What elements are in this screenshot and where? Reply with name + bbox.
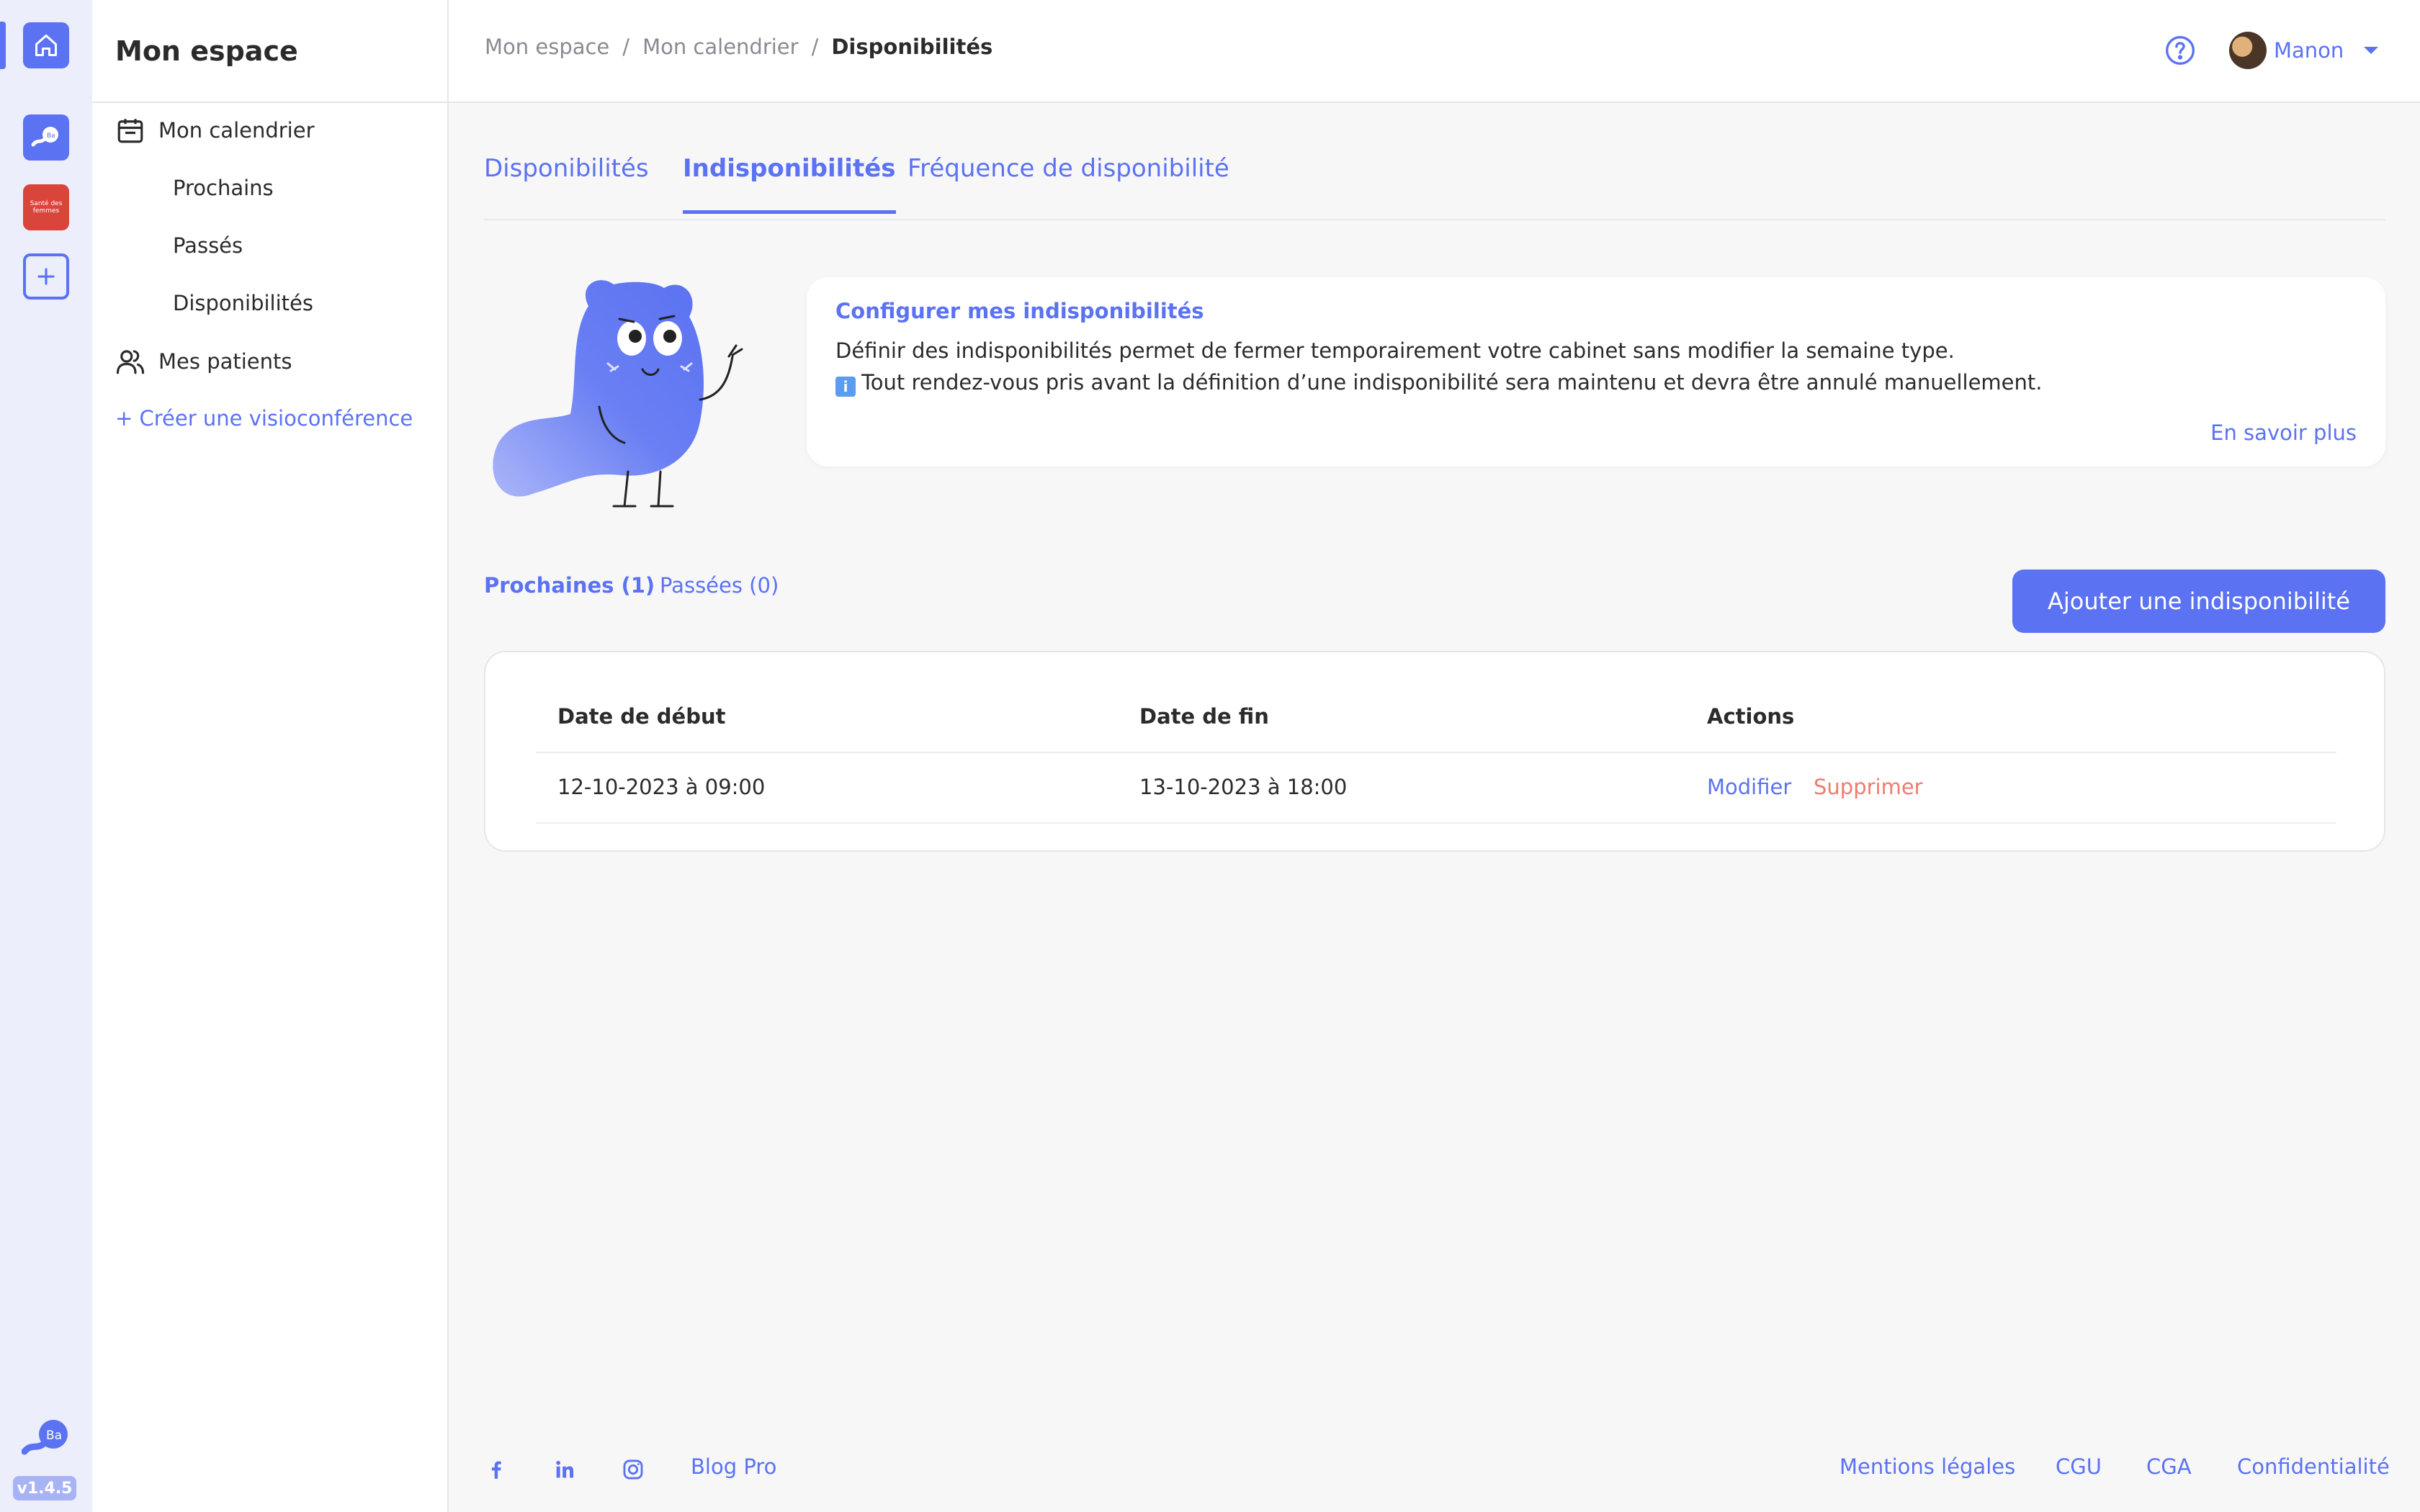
sidebar-item-passes[interactable]: Passés xyxy=(173,233,243,258)
app-sante-femmes-button[interactable]: Santé des femmes xyxy=(23,184,69,230)
cell-start-date: 12-10-2023 à 09:00 xyxy=(557,775,766,799)
add-app-button[interactable] xyxy=(23,253,69,300)
sidebar: Mon espace Mon calendrier Prochains Pass… xyxy=(92,0,449,1512)
row-divider xyxy=(536,822,2336,824)
breadcrumb: Mon espace / Mon calendrier / Disponibil… xyxy=(485,35,992,59)
legal-link[interactable]: Mentions légales xyxy=(1839,1454,2015,1479)
blog-link[interactable]: Blog Pro xyxy=(691,1454,776,1479)
info-note: Tout rendez-vous pris avant la définitio… xyxy=(861,370,2043,395)
app-bloom-button[interactable]: Ba xyxy=(23,114,69,161)
breadcrumb-item[interactable]: Mon espace xyxy=(485,35,609,59)
app-sante-femmes-label: Santé des femmes xyxy=(30,200,63,215)
calendar-icon xyxy=(117,119,143,143)
home-button[interactable] xyxy=(23,22,69,68)
sidebar-item-patients[interactable]: Mes patients xyxy=(115,346,292,377)
subtab-prochaines[interactable]: Prochaines (1) xyxy=(484,573,655,598)
sidebar-item-disponibilites[interactable]: Disponibilités xyxy=(173,291,313,315)
version-badge: v1.4.5 xyxy=(13,1476,76,1500)
topbar: Mon espace / Mon calendrier / Disponibil… xyxy=(449,0,2420,103)
users-icon xyxy=(116,350,145,374)
linkedin-icon[interactable] xyxy=(552,1457,577,1482)
breadcrumb-item[interactable]: Mon calendrier xyxy=(642,35,799,59)
svg-text:Ba: Ba xyxy=(47,132,55,140)
cga-link[interactable]: CGA xyxy=(2146,1454,2192,1479)
sidebar-item-label: Mes patients xyxy=(158,349,292,374)
cell-end-date: 13-10-2023 à 18:00 xyxy=(1139,775,1348,799)
sidebar-item-label: Mon calendrier xyxy=(158,118,315,143)
tab-frequence[interactable]: Fréquence de disponibilité xyxy=(908,154,1229,210)
column-header-start: Date de début xyxy=(557,704,726,729)
privacy-link[interactable]: Confidentialité xyxy=(2237,1454,2390,1479)
tab-indisponibilites[interactable]: Indisponibilités xyxy=(683,154,896,214)
home-icon xyxy=(35,35,57,56)
sidebar-title: Mon espace xyxy=(92,0,447,103)
column-header-actions: Actions xyxy=(1707,704,1795,729)
learn-more-link[interactable]: En savoir plus xyxy=(2210,420,2357,445)
user-menu[interactable]: Manon xyxy=(2229,32,2379,69)
bloom-logo-icon: Ba xyxy=(22,1420,68,1455)
subtab-passees[interactable]: Passées (0) xyxy=(660,573,779,598)
info-title: Configurer mes indisponibilités xyxy=(835,299,1204,323)
chevron-down-icon xyxy=(2364,47,2379,54)
plus-icon xyxy=(37,268,55,285)
edit-link[interactable]: Modifier xyxy=(1707,775,1791,799)
unavailability-table: Date de début Date de fin Actions 12-10-… xyxy=(484,651,2385,852)
column-header-end: Date de fin xyxy=(1139,704,1269,729)
sidebar-item-calendar[interactable]: Mon calendrier xyxy=(115,115,315,145)
bloom-logo-icon: Ba xyxy=(31,127,58,147)
tab-disponibilites[interactable]: Disponibilités xyxy=(484,154,649,210)
instagram-icon[interactable] xyxy=(621,1457,645,1482)
breadcrumb-separator: / xyxy=(622,35,630,59)
cgu-link[interactable]: CGU xyxy=(2056,1454,2102,1479)
breadcrumb-separator: / xyxy=(811,35,819,59)
app-rail: Ba Santé des femmes Ba v1.4.5 xyxy=(0,0,92,1512)
info-text: Définir des indisponibilités permet de f… xyxy=(835,338,1955,363)
user-name: Manon xyxy=(2274,38,2344,63)
info-icon: i xyxy=(835,377,856,397)
rail-active-indicator xyxy=(0,22,6,69)
info-card: Configurer mes indisponibilités Définir … xyxy=(807,277,2385,467)
mascot-illustration xyxy=(493,280,743,508)
breadcrumb-current: Disponibilités xyxy=(831,35,993,59)
add-unavailability-button[interactable]: Ajouter une indisponibilité xyxy=(2012,570,2385,633)
row-divider xyxy=(536,752,2336,753)
tabs: Disponibilités Indisponibilités Fréquenc… xyxy=(484,141,2385,220)
help-icon[interactable] xyxy=(2164,35,2196,66)
sidebar-item-prochains[interactable]: Prochains xyxy=(173,176,274,200)
svg-text:Ba: Ba xyxy=(46,1428,62,1443)
info-text: i Tout rendez-vous pris avant la définiti… xyxy=(835,366,2357,398)
delete-link[interactable]: Supprimer xyxy=(1814,775,1923,799)
create-visio-link[interactable]: + Créer une visioconférence xyxy=(115,406,413,431)
avatar xyxy=(2229,32,2267,69)
facebook-icon[interactable] xyxy=(484,1457,508,1482)
